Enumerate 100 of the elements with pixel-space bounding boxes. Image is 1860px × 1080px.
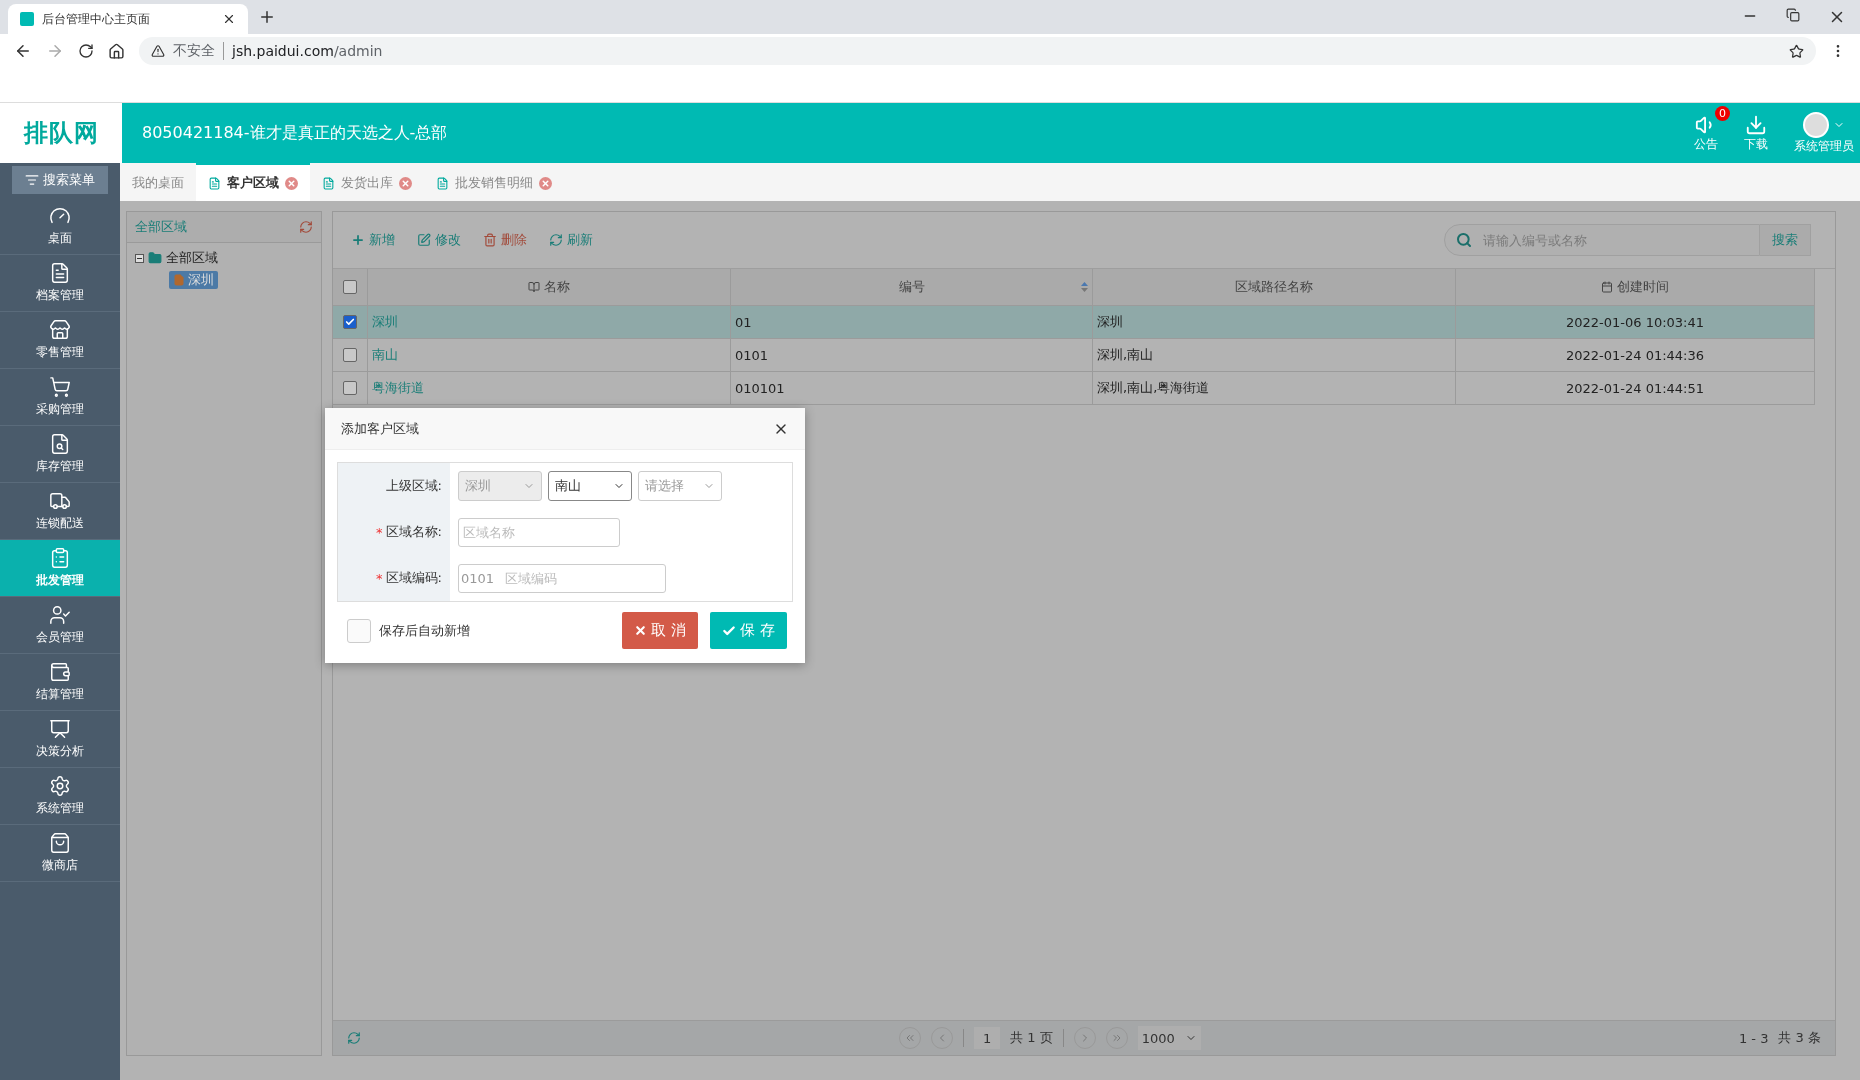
- refresh-icon[interactable]: [299, 220, 313, 234]
- reload-icon[interactable]: [78, 43, 94, 59]
- notice-count: 0: [1715, 105, 1730, 121]
- page-tab[interactable]: 客户区域: [196, 163, 310, 201]
- table-icon: [208, 176, 221, 190]
- user-menu[interactable]: 系统管理员: [1794, 111, 1854, 155]
- double-chevron-left-icon: [904, 1032, 917, 1044]
- select-all-checkbox[interactable]: [343, 280, 357, 294]
- page-size-select[interactable]: 1000: [1137, 1026, 1201, 1050]
- table-cell: 深圳: [1093, 306, 1456, 339]
- row-checkbox[interactable]: [343, 348, 357, 362]
- truck-icon: [49, 490, 71, 512]
- search-icon: [1456, 232, 1472, 248]
- book-icon: [528, 281, 540, 293]
- refresh-icon: [549, 233, 563, 247]
- tree-node[interactable]: 深圳: [169, 271, 218, 289]
- avatar: [1803, 111, 1829, 138]
- folder-icon: [148, 251, 162, 265]
- logo: 排队网: [0, 103, 122, 163]
- refresh-icon[interactable]: [347, 1031, 361, 1045]
- tree-title: 全部区域: [135, 218, 187, 236]
- check-icon: [722, 623, 737, 638]
- bag-icon: [49, 832, 71, 854]
- url-path: /admin: [333, 43, 383, 59]
- cancel-button[interactable]: 取 消: [622, 612, 699, 649]
- column-header[interactable]: 编号: [731, 269, 1093, 306]
- file-icon: [173, 274, 185, 286]
- required-mark: *: [376, 570, 383, 586]
- forward-icon[interactable]: [46, 42, 64, 60]
- document-icon: [49, 262, 71, 284]
- user-icon: [49, 604, 71, 626]
- trash-icon: [483, 233, 497, 247]
- table-icon: [322, 176, 335, 190]
- table-icon: [436, 176, 449, 190]
- calendar-icon: [1601, 281, 1613, 293]
- page-count: 共 1 页: [1010, 1029, 1053, 1047]
- address-bar[interactable]: 不安全 jsh.paidui.com/admin: [139, 37, 1816, 65]
- search-menu-button[interactable]: 搜索菜单: [12, 166, 108, 194]
- page-number-field[interactable]: 1: [974, 1027, 1001, 1049]
- close-tab-icon[interactable]: [399, 176, 412, 190]
- column-header[interactable]: 创建时间: [1456, 269, 1815, 306]
- column-header[interactable]: 名称: [368, 269, 731, 306]
- download-button[interactable]: 下载: [1744, 113, 1768, 153]
- table-cell[interactable]: 粤海街道: [368, 372, 731, 405]
- record-total: 共 3 条: [1778, 1029, 1821, 1047]
- toolbar-button[interactable]: 新增: [351, 231, 395, 249]
- auto-add-checkbox[interactable]: [347, 618, 371, 643]
- table-cell: 01: [731, 306, 1093, 339]
- record-range: 1 - 3: [1738, 1030, 1769, 1046]
- double-chevron-right-icon: [1110, 1032, 1123, 1044]
- home-icon[interactable]: [108, 42, 125, 60]
- store-icon: [49, 319, 71, 341]
- dialog-title: 添加客户区域: [341, 419, 419, 438]
- table-cell: 2022-01-24 01:44:51: [1456, 372, 1815, 405]
- table-cell[interactable]: 南山: [368, 339, 731, 372]
- close-tab-icon[interactable]: [539, 176, 552, 190]
- area-select[interactable]: 南山: [548, 471, 632, 501]
- document-search-icon: [49, 433, 71, 455]
- close-tab-icon[interactable]: [285, 176, 298, 190]
- close-icon[interactable]: [222, 12, 236, 26]
- wallet-icon: [49, 661, 71, 683]
- area-select[interactable]: 请选择: [638, 471, 722, 501]
- clipboard-icon: [49, 547, 71, 569]
- browser-tab[interactable]: 后台管理中心主页面: [8, 4, 248, 34]
- bookmark-star-icon[interactable]: [1789, 43, 1804, 59]
- cross-icon: [634, 624, 648, 637]
- back-icon[interactable]: [14, 42, 32, 60]
- new-tab-icon[interactable]: [258, 8, 276, 26]
- column-header[interactable]: 区域路径名称: [1093, 269, 1456, 306]
- field-label: 区域编码:: [385, 569, 442, 587]
- sort-icon[interactable]: [1081, 282, 1088, 292]
- toolbar-button[interactable]: 删除: [483, 231, 527, 249]
- company-title: 8050421184-谁才是真正的天选之人-总部: [142, 122, 448, 144]
- table-cell: 0101: [731, 339, 1093, 372]
- toolbar-button[interactable]: 刷新: [549, 231, 593, 249]
- edit-icon: [417, 233, 431, 247]
- toolbar-button[interactable]: 修改: [417, 231, 461, 249]
- notice-button[interactable]: 公告: [1694, 113, 1718, 153]
- field-label: 上级区域:: [385, 477, 442, 495]
- row-checkbox[interactable]: [343, 381, 357, 395]
- checkbox-label: 保存后自动新增: [379, 621, 470, 640]
- table-cell: 2022-01-24 01:44:36: [1456, 339, 1815, 372]
- menu-search-icon: [25, 173, 39, 187]
- required-mark: *: [376, 524, 383, 540]
- sidebar-item[interactable]: 批发管理: [0, 540, 120, 597]
- tree-node[interactable]: 全部区域: [135, 249, 313, 267]
- download-icon: [1745, 113, 1767, 136]
- table-cell: 010101: [731, 372, 1093, 405]
- save-button[interactable]: 保 存: [710, 612, 787, 649]
- favicon-icon: [20, 12, 34, 26]
- collapse-icon[interactable]: [135, 253, 144, 263]
- table-cell: 2022-01-06 10:03:41: [1456, 306, 1815, 339]
- table-cell: 深圳,南山: [1093, 339, 1456, 372]
- field-label: 区域名称:: [385, 523, 442, 541]
- table-cell: 深圳,南山,粤海街道: [1093, 372, 1456, 405]
- restore-icon[interactable]: [1786, 8, 1800, 22]
- url-host: jsh.paidui.com: [232, 43, 334, 59]
- row-checkbox[interactable]: [343, 315, 357, 329]
- input-field[interactable]: 区域名称: [458, 517, 620, 547]
- warning-icon: [151, 44, 165, 58]
